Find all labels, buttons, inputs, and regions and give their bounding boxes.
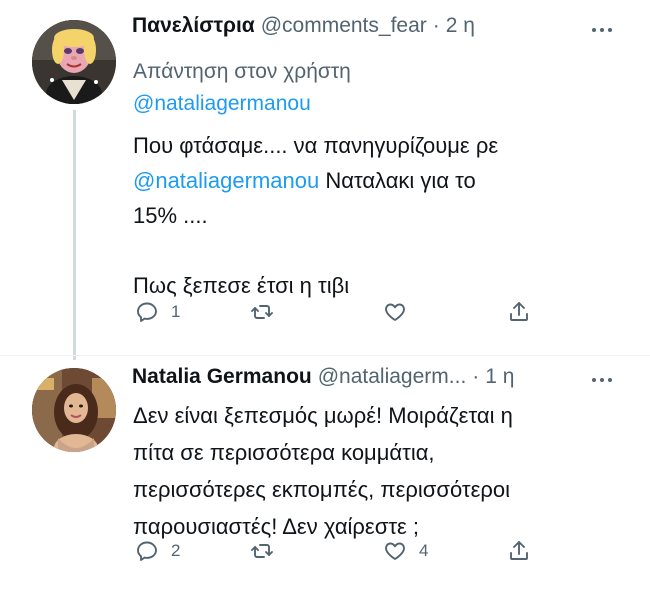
reply-count: 1 (171, 302, 181, 321)
tweet-time[interactable]: 1 η (485, 365, 514, 389)
muppet-avatar-icon (32, 20, 116, 104)
tweet-text-fragment: Ναταλακι για το (319, 168, 476, 193)
heart-icon (385, 542, 405, 560)
share-button[interactable] (507, 300, 531, 324)
reply-mention-link[interactable]: @nataliagermanou (133, 88, 351, 120)
tweet-header: Natalia Germanou @nataliagerm... · 1 η (132, 365, 610, 389)
like-button[interactable] (383, 300, 419, 324)
retweet-button[interactable] (250, 539, 286, 563)
retweet-button[interactable] (250, 300, 286, 324)
author-name[interactable]: Πανελίστρια (132, 14, 255, 38)
separator-dot: · (432, 14, 440, 37)
avatar-natalia[interactable] (32, 368, 116, 452)
like-count: 4 (419, 541, 429, 560)
separator-dot: · (472, 365, 480, 388)
retweet-icon (251, 305, 273, 319)
reply-icon (137, 302, 157, 322)
reply-context: Απάντηση στον χρήστη @nataliagermanou (133, 56, 351, 120)
share-icon (510, 302, 528, 321)
woman-avatar-icon (32, 368, 116, 452)
author-handle[interactable]: @nataliagerm... (318, 365, 467, 389)
more-options-icon[interactable] (592, 378, 612, 382)
tweet-actions: 1 (135, 300, 535, 330)
tweet-2[interactable]: Natalia Germanou @nataliagerm... · 1 η Δ… (0, 355, 650, 595)
mention-link[interactable]: @nataliagermanou (133, 168, 319, 193)
tweet-text-line: Που φτάσαμε.... να πανηγυρίζουμε ρε (133, 133, 499, 158)
like-button[interactable]: 4 (383, 539, 428, 563)
thread-line (73, 110, 76, 360)
share-button[interactable] (507, 539, 531, 563)
tweet-text-line: Πως ξεπεσε έτσι η τιβι (133, 273, 350, 298)
tweet-text: Δεν είναι ξεπεσμός μωρέ! Μοιράζεται η πί… (133, 403, 513, 539)
tweet-text-line: 15% .... (133, 203, 208, 228)
reply-button[interactable]: 2 (135, 539, 180, 563)
heart-icon (385, 303, 405, 321)
reply-count: 2 (171, 541, 181, 560)
reply-prefix: Απάντηση στον χρήστη (133, 60, 351, 83)
tweet-1[interactable]: Πανελίστρια @comments_fear · 2 η Απάντησ… (0, 0, 650, 360)
author-handle[interactable]: @comments_fear (261, 14, 427, 38)
share-icon (510, 541, 528, 560)
reply-button[interactable]: 1 (135, 300, 180, 324)
tweet-time[interactable]: 2 η (446, 14, 475, 38)
tweet-text-line: @nataliagermanou Ναταλακι για το (133, 163, 613, 198)
tweet-text: Που φτάσαμε.... να πανηγυρίζουμε ρε @nat… (133, 128, 613, 303)
tweet-header: Πανελίστρια @comments_fear · 2 η (132, 14, 610, 38)
more-options-icon[interactable] (592, 28, 612, 32)
reply-icon (137, 541, 157, 561)
retweet-icon (251, 544, 273, 558)
author-name[interactable]: Natalia Germanou (132, 365, 312, 389)
avatar-muppet[interactable] (32, 20, 116, 104)
tweet-actions: 2 4 (135, 539, 535, 569)
